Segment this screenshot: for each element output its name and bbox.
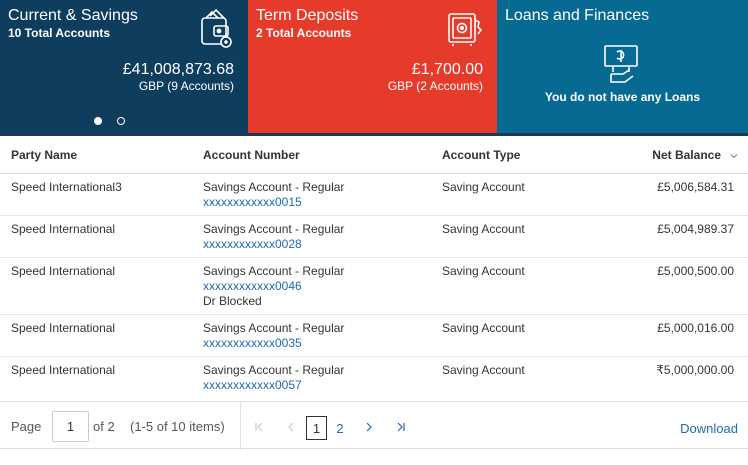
account-cell: Savings Account - Regular xxxxxxxxxxxx00… [203,321,344,351]
net-balance: £5,006,584.31 [657,180,734,194]
net-balance: £5,000,016.00 [657,321,734,335]
header-account-type[interactable]: Account Type [442,148,520,162]
safe-icon [445,8,485,50]
card-title: Current & Savings [8,7,138,24]
account-name: Savings Account - Regular [203,264,345,278]
table-row[interactable]: Speed International Savings Account - Re… [0,216,748,258]
account-status: Dr Blocked [203,294,262,308]
carousel-dot[interactable] [117,117,125,125]
account-name: Savings Account - Regular [203,321,345,335]
account-cell: Savings Account - Regular xxxxxxxxxxxx00… [203,180,344,210]
party-name: Speed International3 [11,180,122,194]
table-row[interactable]: Speed International Savings Account - Re… [0,315,748,357]
table-header: Party Name Account Number Account Type N… [0,136,748,174]
page-button-current[interactable]: 1 [306,416,327,440]
page-label: Page [11,419,42,434]
party-name: Speed International [11,264,116,278]
account-number-link[interactable]: xxxxxxxxxxxx0028 [203,237,344,252]
item-range-label: (1-5 of 10 items) [130,419,225,434]
page-number-input[interactable] [52,411,89,442]
account-number-link[interactable]: xxxxxxxxxxxx0035 [203,336,344,351]
card-amount-sub: GBP (2 Accounts) [387,79,483,93]
previous-page-icon[interactable] [282,416,300,438]
table-row[interactable]: Speed International Savings Account - Re… [0,357,748,399]
pagination-bar: Page of 2 (1-5 of 10 items) 1 2 Download [0,401,748,450]
loans-card[interactable]: Loans and Finances You do not have any L… [497,0,748,133]
current-savings-card[interactable]: Current & Savings 10 Total Accounts £41,… [0,0,248,133]
party-name: Speed International [11,321,116,335]
account-type: Saving Account [442,321,525,335]
card-amount-sub: GBP (9 Accounts) [138,79,234,93]
chevron-down-icon[interactable] [729,150,739,160]
account-cell: Savings Account - Regular xxxxxxxxxxxx00… [203,264,344,309]
term-deposits-card[interactable]: Term Deposits 2 Total Accounts £1,700.00… [248,0,497,133]
net-balance: ₹5,000,000.00 [656,363,734,377]
header-party-name[interactable]: Party Name [11,148,77,162]
table-row[interactable]: Speed International3 Savings Account - R… [0,174,748,216]
account-name: Savings Account - Regular [203,222,345,236]
net-balance: £5,004,989.37 [657,222,734,236]
account-number-link[interactable]: xxxxxxxxxxxx0015 [203,195,344,210]
loan-board-icon [601,44,641,84]
carousel-dot-active[interactable] [94,117,102,125]
page-button[interactable]: 2 [330,416,350,440]
account-name: Savings Account - Regular [203,180,345,194]
next-page-icon[interactable] [360,416,378,438]
party-name: Speed International [11,222,116,236]
account-cell: Savings Account - Regular xxxxxxxxxxxx00… [203,222,344,252]
account-type: Saving Account [442,363,525,377]
no-loans-message: You do not have any Loans [544,90,701,104]
account-name: Savings Account - Regular [203,363,345,377]
header-account-number[interactable]: Account Number [203,148,300,162]
accounts-table: Party Name Account Number Account Type N… [0,136,748,399]
account-type: Saving Account [442,264,525,278]
header-net-balance[interactable]: Net Balance [652,148,721,162]
page-count-label: of 2 [93,419,115,434]
account-number-link[interactable]: xxxxxxxxxxxx0046 [203,279,344,294]
account-number-link[interactable]: xxxxxxxxxxxx0057 [203,378,344,393]
net-balance: £5,000,500.00 [657,264,734,278]
account-type: Saving Account [442,180,525,194]
download-link[interactable]: Download [680,421,738,436]
wallet-icon [196,8,236,50]
account-type: Saving Account [442,222,525,236]
card-title: Loans and Finances [505,7,650,24]
card-amount: £41,008,873.68 [122,61,234,78]
card-subtitle: 10 Total Accounts [8,26,111,40]
first-page-icon[interactable] [250,416,268,438]
card-title: Term Deposits [256,7,359,24]
card-subtitle: 2 Total Accounts [256,26,352,40]
account-cell: Savings Account - Regular xxxxxxxxxxxx00… [203,363,344,393]
summary-cards: Current & Savings 10 Total Accounts £41,… [0,0,748,133]
last-page-icon[interactable] [392,416,410,438]
carousel-dots [94,117,125,125]
table-row[interactable]: Speed International Savings Account - Re… [0,258,748,315]
card-amount: £1,700.00 [411,61,483,78]
party-name: Speed International [11,363,116,377]
pager-divider [240,402,241,450]
